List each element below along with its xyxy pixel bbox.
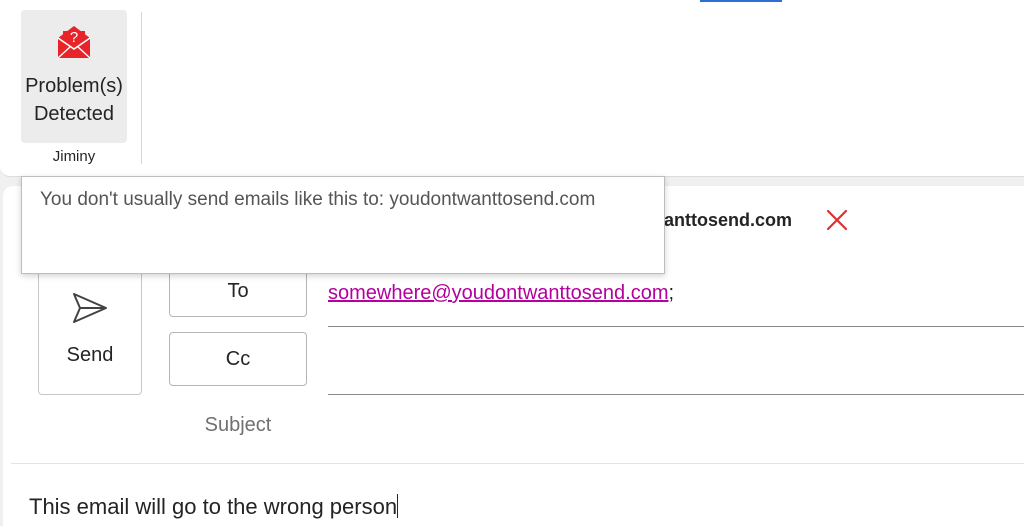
send-label: Send [66,344,114,366]
recipient-link[interactable]: somewhere@youdontwanttosend.com [328,282,669,304]
cc-button[interactable]: Cc [169,332,307,386]
body-divider [11,463,1024,464]
subject-label: Subject [204,414,272,436]
message-body[interactable]: This email will go to the wrong person [29,494,399,520]
warning-tooltip-text: You don't usually send emails like this … [40,189,596,210]
problems-detected-label: Problem(s) Detected [25,75,123,125]
ribbon-group-separator [141,12,142,164]
text-caret [397,494,399,518]
problems-detected-button[interactable]: ? Problem(s) Detected [21,10,127,143]
to-field[interactable]: somewhere@youdontwanttosend.com; [328,282,674,305]
close-x-icon[interactable] [825,208,849,232]
send-paper-plane-icon [73,293,107,323]
ribbon-group-label: Jiminy [52,148,96,165]
ribbon: ? Problem(s) Detected Jiminy [0,0,1024,177]
svg-text:?: ? [70,29,78,46]
envelope-question-icon: ? [57,26,91,59]
message-body-text: This email will go to the wrong person [29,494,398,519]
recipient-separator: ; [668,282,675,304]
warning-tooltip: You don't usually send emails like this … [21,176,665,274]
to-field-underline [328,326,1024,327]
cc-field-underline[interactable] [328,394,1024,395]
ribbon-accent-bar [700,0,782,2]
